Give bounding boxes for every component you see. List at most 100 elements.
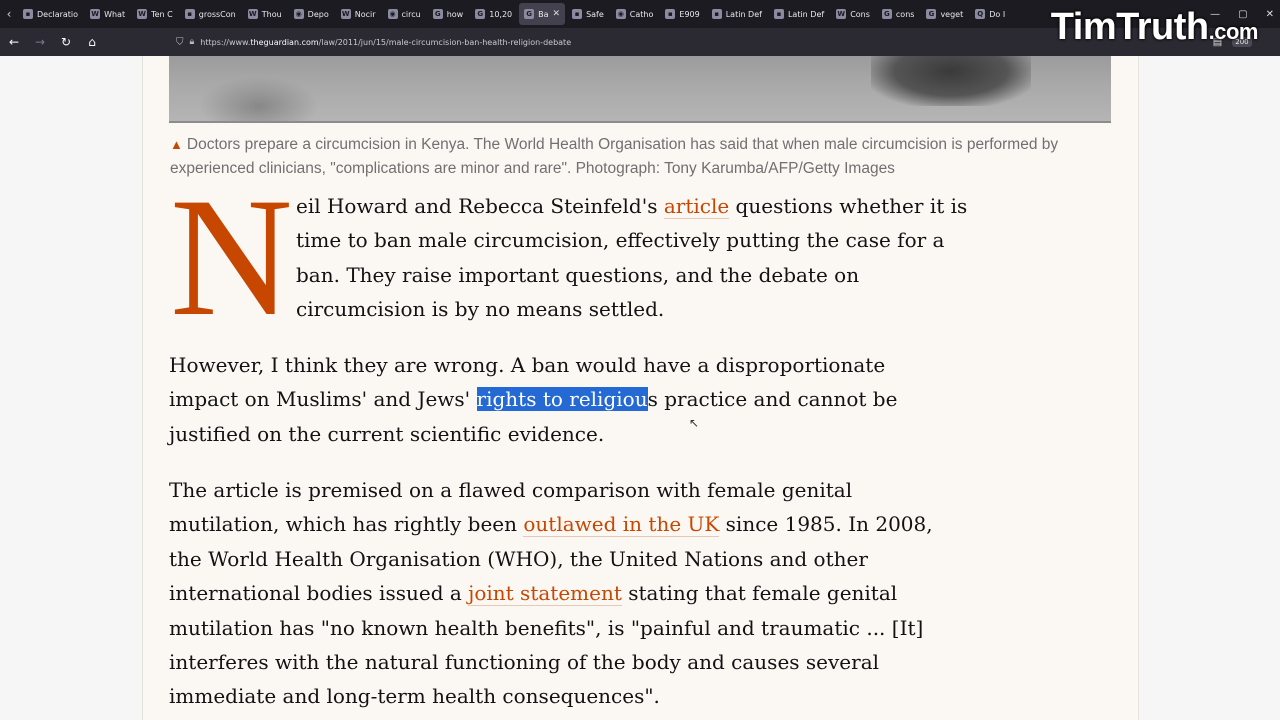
tab-16[interactable]: W Cons: [831, 3, 875, 25]
tab-5[interactable]: ◉ Depo: [289, 3, 334, 25]
url-bar[interactable]: ⛉ 🔒︎ https://www.theguardian.com/law/201…: [176, 32, 1036, 52]
paragraph-3: The article is premised on a flawed comp…: [169, 473, 999, 714]
drop-cap: N: [170, 163, 293, 351]
mouse-cursor-icon: ↖: [689, 416, 700, 430]
tab-15[interactable]: ▪ Latin Def: [769, 3, 829, 25]
paragraph-1: eil Howard and Rebecca Steinfeld's artic…: [296, 189, 1016, 327]
photo-highlight: [199, 76, 319, 121]
tab-2[interactable]: W Ten C: [132, 3, 178, 25]
w-icon: W: [137, 9, 148, 19]
guardian-icon: G: [524, 9, 535, 19]
tab-label: Catho: [629, 9, 654, 19]
tab-6[interactable]: W Nocir: [336, 3, 381, 25]
tab-label: Latin Def: [787, 9, 825, 19]
tab-9[interactable]: G 10,20: [470, 3, 517, 25]
w-icon: W: [90, 9, 101, 19]
tab-8[interactable]: Ghow: [428, 3, 469, 25]
url-prefix: https://www.: [200, 37, 251, 47]
tab-17[interactable]: Gcons: [877, 3, 920, 25]
tab-label: Declaratio: [37, 9, 79, 19]
tab-label: circu: [401, 9, 421, 19]
p3-line-6: interferes with the natural functioning …: [169, 650, 880, 675]
p2-line-3: justified on the current scientific evid…: [169, 421, 605, 446]
p1-line-2: time to ban male circumcision, effective…: [296, 228, 945, 253]
globe-icon: ◉: [293, 9, 304, 19]
back-icon[interactable]: ←: [2, 30, 26, 54]
joint-statement-link[interactable]: joint statement: [468, 581, 622, 607]
p2-text-b: s practice and cannot be: [647, 387, 898, 412]
home-icon[interactable]: ⌂: [80, 30, 104, 54]
tab-0[interactable]: ▪ Declaratio: [18, 3, 83, 25]
tab-label: Ten C: [151, 9, 173, 19]
lock-icon[interactable]: 🔒︎: [190, 37, 195, 47]
tab-4[interactable]: W Thou: [243, 3, 287, 25]
p3-line-1: The article is premised on a flawed comp…: [169, 478, 853, 502]
p3-text-a: mutilation, which has rightly been: [169, 512, 524, 537]
doc-icon: ▪: [184, 9, 195, 19]
watermark-name: TimTruth: [1050, 6, 1209, 48]
tab-1[interactable]: W What: [85, 3, 130, 25]
tab-12[interactable]: ◉ Catho: [611, 3, 659, 25]
tab-label: Safe: [586, 9, 604, 19]
globe-icon: ◉: [615, 9, 626, 19]
caption-line-1: Doctors prepare a circumcision in Kenya.…: [186, 136, 1059, 153]
tab-7[interactable]: ◉ circu: [383, 3, 426, 25]
page-content: ▲ Doctors prepare a circumcision in Kenya…: [0, 56, 1280, 720]
tab-label: Nocir: [354, 9, 376, 19]
p3-line-5: mutilation has "no known health benefits…: [169, 615, 924, 640]
google-icon: G: [881, 9, 892, 19]
doc-icon: ▪: [665, 9, 676, 19]
caption-line-2: experienced clinicians, "complications a…: [170, 160, 895, 177]
tab-13[interactable]: ▪ E909: [660, 3, 704, 25]
p1-line-4: circumcision is by no means settled.: [296, 297, 665, 322]
tab-label: Do I: [989, 9, 1006, 19]
p3-text-b: since 1985. In 2008,: [719, 512, 933, 537]
tab-label: What: [104, 9, 126, 19]
tab-18[interactable]: Gveget: [921, 3, 968, 25]
outlawed-link[interactable]: outlawed in the UK: [523, 512, 720, 538]
tab-scroll-left-icon[interactable]: ‹: [0, 0, 18, 28]
shield-icon[interactable]: ⛉: [176, 37, 184, 48]
p2-line-1: However, I think they are wrong. A ban w…: [169, 353, 886, 377]
reload-icon[interactable]: ↻: [54, 30, 78, 54]
tab-label: Cons: [850, 9, 870, 19]
article-link[interactable]: article: [663, 194, 730, 219]
url-host: theguardian.com: [250, 37, 319, 47]
watermark-tld: .com: [1208, 19, 1259, 44]
tab-label: 10,20: [489, 9, 513, 19]
close-tab-icon[interactable]: ✕: [553, 9, 561, 19]
p1-text-a: eil Howard and Rebecca Steinfeld's: [296, 194, 664, 218]
tab-10[interactable]: G Ba ✕: [519, 3, 566, 25]
tab-14[interactable]: ▪ Latin Def: [707, 3, 767, 25]
tab-label: how: [446, 9, 464, 19]
tab-label: E909: [679, 9, 700, 19]
tab-label: grossCon: [198, 9, 236, 19]
caption-triangle-icon: ▲: [170, 137, 183, 152]
photo-shadow: [871, 56, 1031, 106]
tab-3[interactable]: ▪ grossCon: [180, 3, 241, 25]
forward-icon[interactable]: →: [28, 30, 52, 54]
doc-icon: ▪: [23, 9, 33, 19]
quora-icon: Q: [975, 9, 986, 19]
tab-label: cons: [895, 9, 915, 19]
tab-19[interactable]: Q Do I: [970, 3, 1010, 25]
google-icon: G: [432, 9, 443, 19]
selected-text[interactable]: rights to religiou: [476, 387, 648, 412]
tab-label: Thou: [261, 9, 282, 19]
p3-text-c: international bodies issued a: [169, 581, 469, 606]
paragraph-2: However, I think they are wrong. A ban w…: [169, 348, 989, 451]
google-icon: G: [926, 9, 937, 19]
globe-icon: ◉: [387, 9, 398, 19]
tab-strip: ▪ Declaratio W What W Ten C ▪ grossCon W Thou ◉ Dep…: [18, 3, 1010, 25]
close-window-icon[interactable]: ✕: [1266, 9, 1274, 20]
p2-text-a: impact on Muslims' and Jews': [169, 387, 477, 412]
tab-label: Ba: [538, 9, 549, 19]
doc-icon: ▪: [572, 9, 583, 19]
watermark-logo: TimTruth.com: [1050, 6, 1259, 49]
tab-11[interactable]: ▪ Safe: [567, 3, 609, 25]
p1-line-3: ban. They raise important questions, and…: [296, 262, 860, 287]
url-text[interactable]: https://www.theguardian.com/law/2011/jun…: [200, 38, 571, 47]
url-path: /law/2011/jun/15/male-circumcision-ban-h…: [318, 37, 572, 47]
doc-icon: ▪: [711, 9, 722, 19]
w-icon: W: [836, 9, 847, 19]
